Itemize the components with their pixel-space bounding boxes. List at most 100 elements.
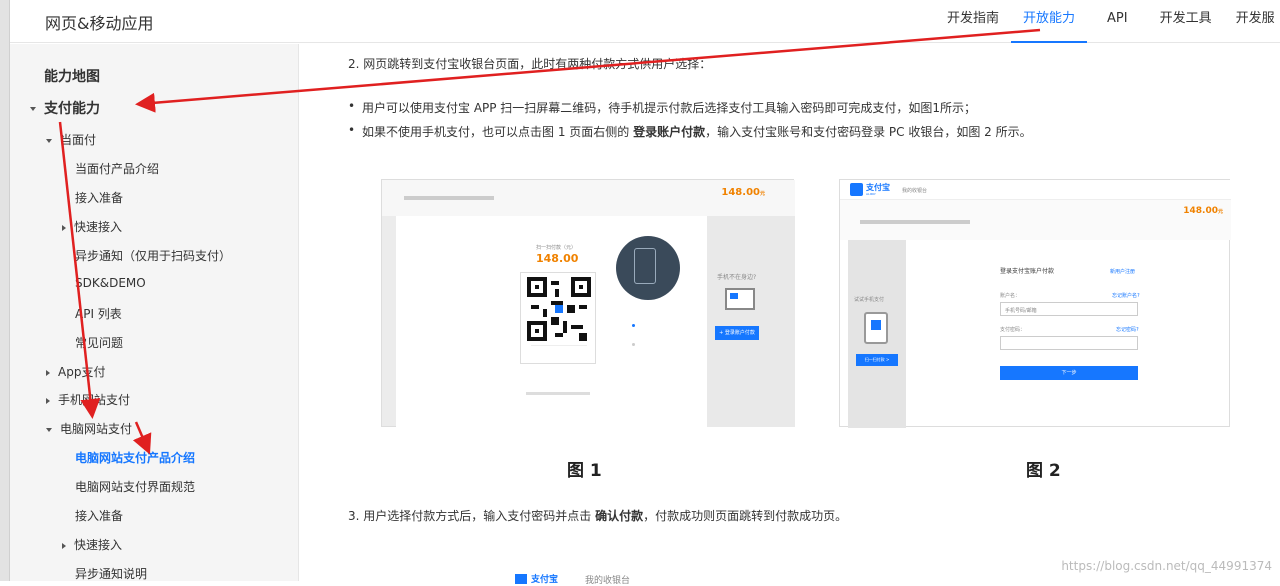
fig2-next-button[interactable]: 下一步 xyxy=(1000,366,1138,380)
fig2-order-bar: 148.00元 xyxy=(840,200,1231,240)
fig1-scan-hint xyxy=(531,345,587,359)
bullet-bold-text: 登录账户付款 xyxy=(633,125,706,139)
sidebar-item-face-pay-faq[interactable]: 常见问题 xyxy=(75,334,123,351)
alipay-logo-icon xyxy=(850,183,863,196)
step-3-text-part: ，付款成功则页面跳转到付款成功页。 xyxy=(643,509,848,523)
fig2-login-title: 登录支付宝账户付款 xyxy=(1000,268,1055,275)
sidebar-item-label: 当面付 xyxy=(60,133,97,147)
phone-scan-illustration-icon xyxy=(616,236,680,300)
fig1-qr-amount: 148.00 xyxy=(536,252,579,265)
sidebar-item-pc-pay[interactable]: 电脑网站支付 xyxy=(46,420,132,437)
sidebar-item-face-pay-async[interactable]: 异步通知（仅用于扫码支付） xyxy=(75,247,231,264)
caret-down-icon xyxy=(46,138,52,143)
sidebar-item-pc-pay-ui[interactable]: 电脑网站支付界面规范 xyxy=(75,478,195,495)
sidebar-item-label: 电脑网站支付 xyxy=(60,422,133,436)
fig2-phone-panel: 试试手机支付 扫一扫付款 > xyxy=(848,240,906,428)
bullet-login-pay: 如果不使用手机支付，也可以点击图 1 页面右侧的 登录账户付款，输入支付宝账号和… xyxy=(348,123,1032,140)
fig3-logo-text: 支付宝 xyxy=(531,575,559,585)
sidebar-item-label: App支付 xyxy=(58,365,106,379)
caret-right-icon xyxy=(46,369,50,376)
fig2-amount-value: 148.00 xyxy=(1183,206,1218,216)
fig2-password-input[interactable] xyxy=(1000,336,1138,350)
sidebar-item-capability-map[interactable]: 能力地图 xyxy=(44,66,100,86)
step-3-text-part: 3. 用户选择付款方式后，输入支付密码并点击 xyxy=(348,509,596,523)
fig2-pwd-label: 支付密码： xyxy=(1000,327,1026,333)
sidebar-item-face-pay-intro[interactable]: 当面付产品介绍 xyxy=(75,160,159,177)
sidebar-item-pc-pay-prep[interactable]: 接入准备 xyxy=(75,507,123,524)
caret-right-icon xyxy=(62,542,66,549)
fig1-order-info xyxy=(404,196,494,200)
sidebar-item-face-pay-quick[interactable]: 快速接入 xyxy=(62,218,122,235)
fig2-header: 支付宝 ALIPAY 我的收银台 xyxy=(840,180,1231,200)
window-left-edge xyxy=(0,0,10,581)
fig1-no-phone: 手机不在身边? xyxy=(717,274,757,281)
nav-open-capability[interactable]: 开放能力 xyxy=(1011,0,1088,43)
fig2-account-label: 账户名： xyxy=(1000,293,1021,299)
fig1-side-panel: 手机不在身边? + 登录账户付款 xyxy=(707,216,795,427)
sidebar-item-label: 快速接入 xyxy=(74,220,123,234)
main-content: 2. 网页跳转到支付宝收银台页面，此时有两种付款方式供用户选择： 用户可以使用支… xyxy=(300,44,1280,586)
caret-down-icon xyxy=(30,107,36,111)
phone-icon xyxy=(634,248,656,284)
fig2-try-phone: 试试手机支付 xyxy=(854,297,885,303)
nav-dev-tools[interactable]: 开发工具 xyxy=(1148,0,1224,43)
nav-api[interactable]: API xyxy=(1087,0,1148,43)
fig2-account-input[interactable]: 手机号码/邮箱 xyxy=(1000,302,1138,316)
sidebar-item-label: 手机网站支付 xyxy=(58,393,131,407)
figure-2-caption: 图 2 xyxy=(1026,461,1061,481)
step-2-text: 2. 网页跳转到支付宝收银台页面，此时有两种付款方式供用户选择： xyxy=(348,57,712,71)
step-3-text: 3. 用户选择付款方式后，输入支付密码并点击 确认付款，付款成功则页面跳转到付款… xyxy=(348,507,847,524)
fig1-header: 148.00元 xyxy=(382,180,795,216)
figure-1-caption: 图 1 xyxy=(567,461,602,481)
fig3-partial-header: 支付宝 我的收银台 xyxy=(515,572,705,586)
nav-dev-service[interactable]: 开发服 xyxy=(1224,0,1280,43)
caret-right-icon xyxy=(62,224,66,231)
fig2-order-info xyxy=(860,220,970,224)
fig1-qr-panel: 扫一扫付款（元） 148.00 xyxy=(396,216,707,427)
sidebar-item-face-pay-sdk[interactable]: SDK&DEMO xyxy=(75,276,146,290)
fig1-amount: 148.00元 xyxy=(721,187,765,198)
fig2-forgot-pwd[interactable]: 忘记密码? xyxy=(1116,326,1139,333)
bullet-text: 如果不使用手机支付，也可以点击图 1 页面右侧的 xyxy=(362,125,634,139)
site-title[interactable]: 网页&移动应用 xyxy=(45,10,153,34)
monitor-icon xyxy=(725,288,755,310)
qr-code-icon xyxy=(520,272,596,364)
fig2-account-placeholder: 手机号码/邮箱 xyxy=(1005,308,1037,314)
fig2-forgot-account[interactable]: 忘记账户名? xyxy=(1112,292,1140,299)
fig1-amount-unit: 元 xyxy=(759,191,765,197)
sidebar: 能力地图 支付能力 当面付 当面付产品介绍 接入准备 快速接入 异步通知（仅用于… xyxy=(10,44,299,581)
watermark: https://blog.csdn.net/qq_44991374 xyxy=(1061,559,1272,573)
sidebar-item-face-pay-api[interactable]: API 列表 xyxy=(75,305,122,322)
sidebar-item-label: 支付能力 xyxy=(44,101,100,117)
caret-down-icon xyxy=(46,427,52,432)
fig1-login-button[interactable]: + 登录账户付款 xyxy=(715,326,759,340)
sidebar-item-app-pay[interactable]: App支付 xyxy=(46,363,105,380)
sidebar-item-mobile-pay[interactable]: 手机网站支付 xyxy=(46,391,130,408)
carousel-dots xyxy=(632,312,642,346)
top-nav: 开发指南 开放能力 API 开发工具 开发服 xyxy=(935,0,1280,43)
fig2-logo-en: ALIPAY xyxy=(866,192,876,196)
sidebar-item-pc-pay-async[interactable]: 异步通知说明 xyxy=(75,565,147,582)
sidebar-item-pc-pay-intro[interactable]: 电脑网站支付产品介绍 xyxy=(75,449,195,466)
fig2-cashier: 我的收银台 xyxy=(902,188,928,194)
figure-1-screenshot: 148.00元 扫一扫付款（元） 148.00 手机不在身边? + 登录账户付款 xyxy=(381,179,795,427)
bullet-text: ，输入支付宝账号和支付密码登录 PC 收银台，如图 2 所示。 xyxy=(705,125,1032,139)
top-header: 网页&移动应用 开发指南 开放能力 API 开发工具 开发服 xyxy=(10,0,1280,43)
figure-2-screenshot: 支付宝 ALIPAY 我的收银台 148.00元 试试手机支付 扫一扫付款 > … xyxy=(839,179,1231,428)
bullet-scan-pay: 用户可以使用支付宝 APP 扫一扫屏幕二维码，待手机提示付款后选择支付工具输入密… xyxy=(348,99,976,116)
fig3-cashier: 我的收银台 xyxy=(585,576,631,586)
sidebar-item-face-pay[interactable]: 当面付 xyxy=(46,131,96,148)
fig1-amount-value: 148.00 xyxy=(721,187,760,198)
step-3-bold: 确认付款 xyxy=(595,509,644,523)
caret-right-icon xyxy=(46,397,50,404)
nav-dev-guide[interactable]: 开发指南 xyxy=(935,0,1011,43)
sidebar-item-face-pay-prep[interactable]: 接入准备 xyxy=(75,189,123,206)
sidebar-item-pay-capability[interactable]: 支付能力 xyxy=(30,98,100,118)
sidebar-item-pc-pay-quick[interactable]: 快速接入 xyxy=(62,536,122,553)
fig2-amount-unit: 元 xyxy=(1217,209,1223,215)
fig2-register-link[interactable]: 新用户注册 xyxy=(1110,268,1135,275)
sidebar-item-label: 快速接入 xyxy=(74,538,123,552)
fig1-scan-label: 扫一扫付款（元） xyxy=(536,245,577,251)
phone-icon xyxy=(864,312,888,344)
fig2-scan-button[interactable]: 扫一扫付款 > xyxy=(856,354,898,366)
